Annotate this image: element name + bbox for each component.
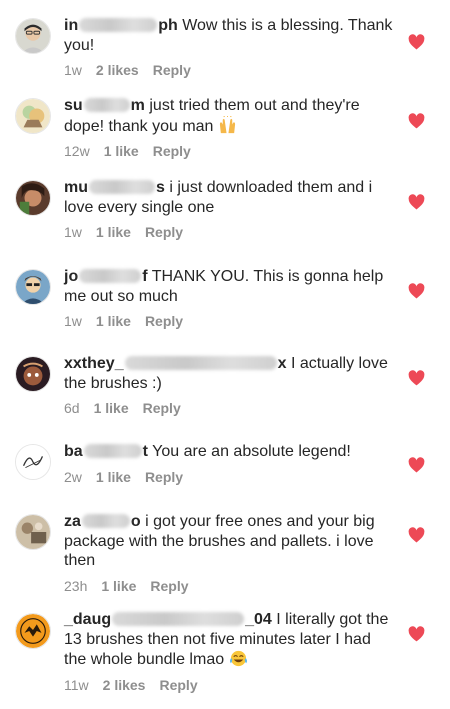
blurred-username	[79, 269, 142, 283]
comment-text: jo f THANK YOU. This is gonna help me out…	[64, 268, 384, 305]
heart-icon[interactable]	[408, 527, 425, 543]
laughing-tears-emoji	[229, 649, 248, 667]
reply-button[interactable]: Reply	[143, 400, 181, 416]
heart-icon[interactable]	[408, 370, 425, 386]
likes-count[interactable]: 1 like	[96, 313, 131, 329]
comment-text: xxthey_ x I actually love the brushes :)	[64, 355, 388, 392]
username[interactable]: ba t	[64, 443, 148, 460]
username[interactable]: mu s	[64, 179, 165, 196]
comment-meta: 23h 1 like Reply	[64, 578, 394, 594]
username[interactable]: za o	[64, 513, 141, 530]
username[interactable]: xxthey_ x	[64, 355, 287, 372]
comment-text: mu s i just downloaded them and i love ev…	[64, 179, 373, 216]
comment-text: _daug _04 I literally got the 13 brushes …	[64, 611, 389, 669]
avatar[interactable]	[15, 514, 51, 550]
heart-icon[interactable]	[408, 626, 425, 642]
blurred-username	[124, 356, 277, 370]
avatar[interactable]	[15, 18, 51, 54]
comment-text: ba t You are an absolute legend!	[64, 443, 351, 460]
username[interactable]: jo f	[64, 268, 148, 285]
comment-text: in ph Wow this is a blessing. Thank you!	[64, 17, 393, 54]
comment-age: 2w	[64, 468, 82, 485]
comment-meta: 1w 2 likes Reply	[64, 62, 394, 78]
blurred-username	[81, 514, 130, 528]
username[interactable]: _daug _04	[64, 611, 272, 628]
comment-meta: 6d 1 like Reply	[64, 400, 394, 416]
avatar[interactable]	[15, 613, 51, 649]
avatar[interactable]	[15, 356, 51, 392]
heart-icon[interactable]	[408, 283, 425, 299]
likes-count[interactable]: 1 like	[101, 578, 136, 594]
username[interactable]: su m	[64, 97, 145, 114]
likes-count[interactable]: 1 like	[96, 469, 131, 485]
likes-count[interactable]: 2 likes	[96, 62, 139, 78]
avatar[interactable]	[15, 180, 51, 216]
reply-button[interactable]: Reply	[159, 677, 197, 693]
avatar[interactable]	[15, 444, 51, 480]
avatar[interactable]	[15, 269, 51, 305]
comment-meta: 1w 1 like Reply	[64, 224, 394, 240]
comment-meta: 12w 1 like Reply	[64, 143, 394, 159]
likes-count[interactable]: 1 like	[94, 400, 129, 416]
likes-count[interactable]: 1 like	[96, 224, 131, 240]
heart-icon[interactable]	[408, 34, 425, 50]
heart-icon[interactable]	[408, 457, 425, 473]
blurred-username	[83, 98, 130, 112]
comment-text: za o i got your free ones and your big pa…	[64, 513, 375, 569]
reply-button[interactable]: Reply	[150, 578, 188, 594]
blurred-username	[83, 444, 142, 458]
likes-count[interactable]: 2 likes	[103, 677, 146, 693]
blurred-username	[79, 18, 158, 32]
comment-age: 12w	[64, 143, 90, 160]
comment-text: su m just tried them out and they're dope…	[64, 97, 360, 135]
raising-hands-emoji	[218, 115, 237, 134]
blurred-username	[112, 612, 245, 626]
comment-age: 11w	[64, 676, 89, 693]
reply-button[interactable]: Reply	[145, 469, 183, 485]
reply-button[interactable]: Reply	[153, 62, 191, 78]
comment-meta: 2w 1 like Reply	[64, 469, 394, 485]
comment-age: 23h	[64, 577, 88, 594]
comment-meta: 11w 2 likes Reply	[64, 677, 394, 693]
heart-icon[interactable]	[408, 194, 425, 210]
heart-icon[interactable]	[408, 113, 425, 129]
likes-count[interactable]: 1 like	[104, 143, 139, 159]
comment-age: 1w	[64, 224, 82, 240]
reply-button[interactable]: Reply	[145, 313, 183, 329]
comment-age: 6d	[64, 400, 80, 416]
avatar[interactable]	[15, 98, 51, 134]
comment-age: 1w	[64, 313, 82, 329]
reply-button[interactable]: Reply	[145, 224, 183, 240]
comment-age: 1w	[64, 62, 82, 78]
comment-meta: 1w 1 like Reply	[64, 313, 394, 329]
reply-button[interactable]: Reply	[153, 143, 191, 159]
blurred-username	[89, 180, 155, 194]
username[interactable]: in ph	[64, 17, 178, 34]
